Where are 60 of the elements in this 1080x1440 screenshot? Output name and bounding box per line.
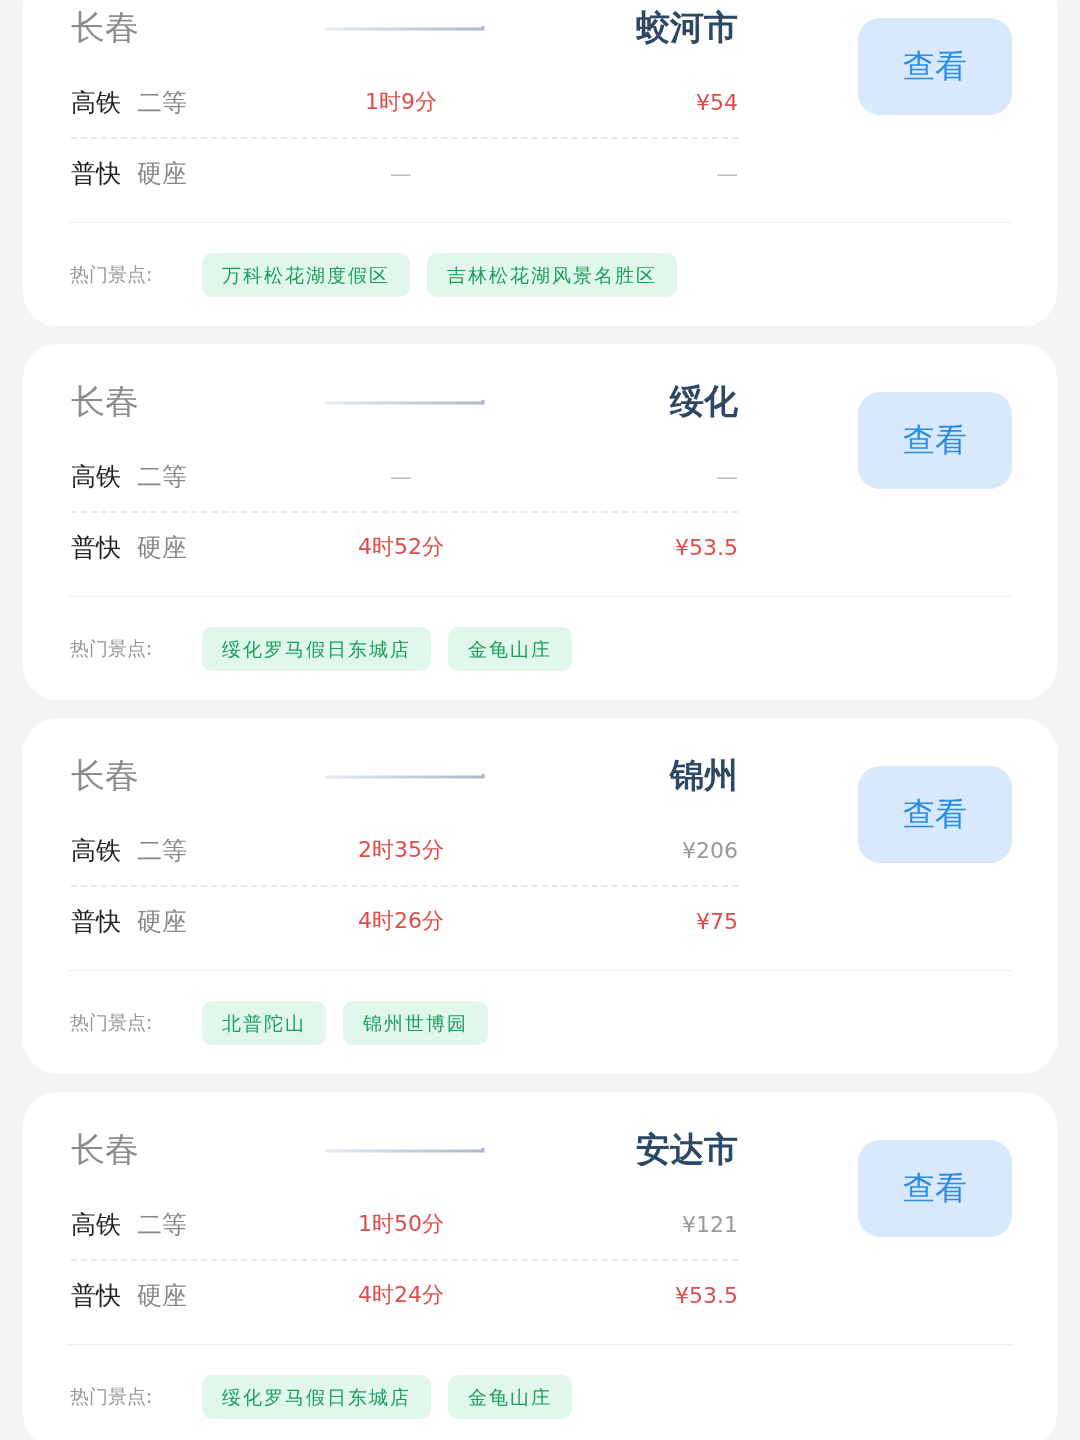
destination-city: 安达市 [635, 1128, 738, 1171]
ticket-price: ¥75 [695, 908, 738, 934]
seat-class: 硬座 [137, 905, 187, 938]
destination-city: 蛟河市 [635, 6, 738, 49]
ticket-price: ¥121 [681, 1211, 738, 1237]
attractions-label: 热门景点: [70, 1010, 154, 1035]
origin-city: 长春 [71, 380, 140, 423]
ticket-price: ¥53.5 [674, 534, 738, 560]
attractions-label: 热门景点: [70, 636, 154, 661]
route-line-icon [324, 1146, 485, 1154]
train-type: 高铁 [71, 460, 121, 493]
seat-class: 硬座 [137, 531, 187, 564]
view-button[interactable]: 查看 [858, 1140, 1012, 1237]
origin-city: 长春 [71, 6, 140, 49]
train-type: 高铁 [71, 1208, 121, 1241]
seat-class: 硬座 [137, 157, 187, 190]
attraction-tag[interactable]: 吉林松花湖风景名胜区 [427, 253, 677, 297]
view-button[interactable]: 查看 [858, 18, 1012, 115]
seat-class: 二等 [137, 834, 187, 867]
train-type: 普快 [71, 1279, 121, 1312]
ticket-price: ¥206 [681, 837, 738, 863]
travel-time: 1时50分 [357, 1210, 445, 1238]
seat-class: 二等 [137, 1208, 187, 1241]
destination-city: 锦州 [668, 754, 738, 797]
attraction-tag[interactable]: 锦州世博园 [343, 1001, 488, 1045]
travel-time: 4时26分 [357, 907, 445, 935]
train-type: 高铁 [71, 86, 121, 119]
travel-time: 2时35分 [357, 836, 445, 864]
travel-time: — [389, 463, 413, 489]
ticket-price: ¥53.5 [674, 1282, 738, 1308]
attraction-tag[interactable]: 北普陀山 [202, 1001, 326, 1045]
ticket-price: — [715, 463, 738, 489]
seat-class: 二等 [137, 460, 187, 493]
route-line-icon [324, 24, 485, 32]
ticket-price: — [715, 160, 738, 186]
travel-time: 4时52分 [357, 533, 445, 561]
travel-time: 4时24分 [357, 1281, 445, 1309]
destination-city: 绥化 [668, 380, 738, 423]
train-type: 普快 [71, 905, 121, 938]
train-type: 高铁 [71, 834, 121, 867]
ticket-price: ¥54 [695, 89, 738, 115]
route-line-icon [324, 398, 485, 406]
seat-class: 二等 [137, 86, 187, 119]
attraction-tag[interactable]: 金龟山庄 [448, 627, 572, 671]
attraction-tag[interactable]: 万科松花湖度假区 [202, 253, 410, 297]
attraction-tag[interactable]: 金龟山庄 [448, 1375, 572, 1419]
train-type: 普快 [71, 157, 121, 190]
seat-class: 硬座 [137, 1279, 187, 1312]
attraction-tag[interactable]: 绥化罗马假日东城店 [202, 1375, 431, 1419]
attractions-label: 热门景点: [70, 262, 154, 287]
train-type: 普快 [71, 531, 121, 564]
origin-city: 长春 [71, 754, 140, 797]
attractions-label: 热门景点: [70, 1384, 154, 1409]
view-button[interactable]: 查看 [858, 766, 1012, 863]
travel-time: 1时9分 [364, 88, 438, 116]
route-line-icon [324, 772, 485, 780]
origin-city: 长春 [71, 1128, 140, 1171]
travel-time: — [389, 160, 413, 186]
attraction-tag[interactable]: 绥化罗马假日东城店 [202, 627, 431, 671]
view-button[interactable]: 查看 [858, 392, 1012, 489]
